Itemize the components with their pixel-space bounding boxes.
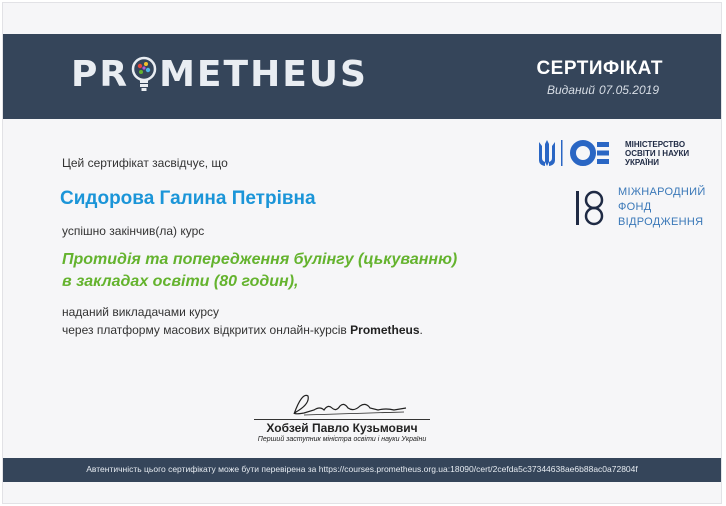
fund-line: ВІДРОДЖЕННЯ (618, 216, 704, 228)
logo-text-left: PR (71, 54, 130, 95)
signatory-role: Перший заступник міністра освіти і науки… (257, 436, 427, 443)
fund-line: ФОНД (618, 201, 652, 213)
completed-text: успішно закінчив(ла) курс (62, 224, 205, 238)
prometheus-logo: PR METHEUS (71, 54, 368, 95)
recipient-name: Сидорова Галина Петрівна (60, 188, 316, 209)
provided-line: наданий викладачами курсу (62, 305, 220, 319)
platform-name: Prometheus (350, 323, 420, 337)
handwritten-signature (293, 394, 407, 416)
fund-name: МІЖНАРОДНИЙ ФОНД ВІДРОДЖЕННЯ (618, 185, 706, 230)
period: . (419, 323, 423, 337)
ministry-logo: МІНІСТЕРСТВО ОСВІТИ І НАУКИ УКРАЇНИ (533, 136, 689, 170)
course-title-line: Протидія та попередження булінгу (цькува… (62, 251, 458, 268)
ministry-line: УКРАЇНИ (625, 157, 660, 167)
logo-text-right: METHEUS (159, 54, 368, 95)
course-title-line: в закладах освіти (80 годин), (62, 273, 299, 290)
renaissance-fund-logo: МІЖНАРОДНИЙ ФОНД ВІДРОДЖЕННЯ (574, 185, 706, 230)
issued-info: Виданий 07.05.2019 (547, 83, 659, 97)
lightbulb-icon (131, 56, 157, 91)
signatory-name: Хобзей Павло Кузьмович (266, 421, 418, 435)
verification-text: Автентичність цього сертифікату може бут… (86, 464, 638, 474)
ministry-emblem-icon (539, 140, 609, 166)
certificate-title: СЕРТИФІКАТ (536, 58, 663, 79)
provided-line: через платформу масових відкритих онлайн… (62, 321, 423, 339)
certificate-header: PR METHEUS СЕРТИФІКАТ Виданий 07.05.2019 (3, 34, 721, 119)
signature-line (254, 419, 430, 420)
intro-text: Цей сертифікат засвідчує, що (62, 156, 228, 170)
ministry-name: МІНІСТЕРСТВО ОСВІТИ І НАУКИ УКРАЇНИ (625, 140, 689, 167)
issued-label: Виданий (547, 83, 595, 97)
ministry-line: ОСВІТИ І НАУКИ (625, 148, 690, 158)
fund-line: МІЖНАРОДНИЙ (618, 186, 706, 198)
provided-line-text: через платформу масових відкритих онлайн… (62, 323, 347, 337)
course-title: Протидія та попередження булінгу (цькува… (62, 249, 522, 293)
provided-text: наданий викладачами курсу через платформ… (62, 303, 423, 339)
ministry-line: МІНІСТЕРСТВО (625, 139, 686, 149)
issued-date: 07.05.2019 (598, 83, 659, 97)
certificate-footer: Автентичність цього сертифікату може бут… (3, 458, 721, 482)
fund-emblem-icon (576, 190, 604, 225)
